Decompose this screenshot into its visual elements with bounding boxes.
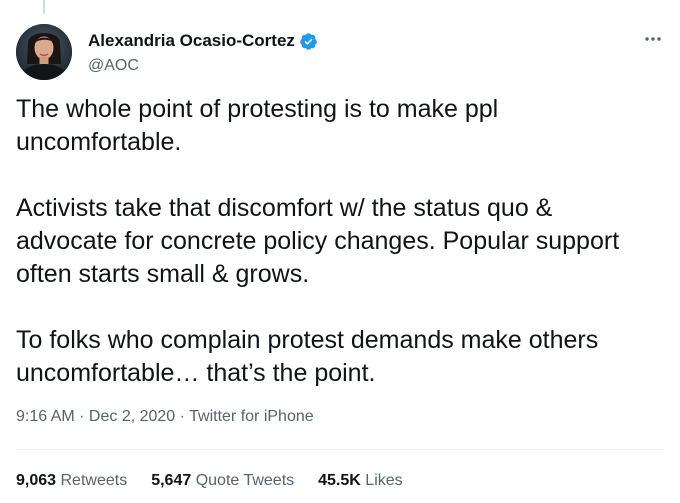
author-display-name[interactable]: Alexandria Ocasio-Cortez (88, 31, 295, 51)
likes-label: Likes (365, 472, 403, 489)
verified-badge-icon (300, 32, 317, 50)
tweet-date[interactable]: Dec 2, 2020 (89, 408, 175, 425)
more-options-button[interactable] (642, 28, 664, 50)
retweets-label: Retweets (60, 472, 128, 489)
likes-count: 45.5K (318, 472, 361, 489)
author-handle[interactable]: @AOC (88, 57, 318, 75)
quote-tweets-count: 5,647 (151, 472, 192, 489)
thread-connector-line (43, 0, 45, 14)
author-info: Alexandria Ocasio-Cortez @AOC (88, 30, 318, 75)
tweet-source[interactable]: Twitter for iPhone (189, 408, 314, 425)
retweets-count: 9,063 (16, 472, 57, 489)
meta-separator: · (74, 408, 89, 425)
tweet-metadata: 9:16 AM · Dec 2, 2020 · Twitter for iPho… (16, 408, 314, 426)
tweet-header: Alexandria Ocasio-Cortez @AOC (16, 24, 664, 82)
author-name-row: Alexandria Ocasio-Cortez (88, 30, 318, 52)
tweet-time[interactable]: 9:16 AM (16, 408, 75, 425)
more-options-icon (645, 37, 661, 41)
avatar[interactable] (16, 24, 72, 80)
retweets-stat[interactable]: 9,063 Retweets (16, 472, 127, 490)
meta-separator: · (175, 408, 190, 425)
likes-stat[interactable]: 45.5K Likes (318, 472, 403, 490)
divider (16, 449, 664, 450)
quote-tweets-stat[interactable]: 5,647 Quote Tweets (151, 472, 294, 490)
tweet-stats: 9,063 Retweets 5,647 Quote Tweets 45.5K … (16, 472, 403, 490)
avatar-image (16, 24, 72, 80)
tweet-text: The whole point of protesting is to make… (16, 95, 620, 387)
quote-tweets-label: Quote Tweets (195, 472, 295, 489)
